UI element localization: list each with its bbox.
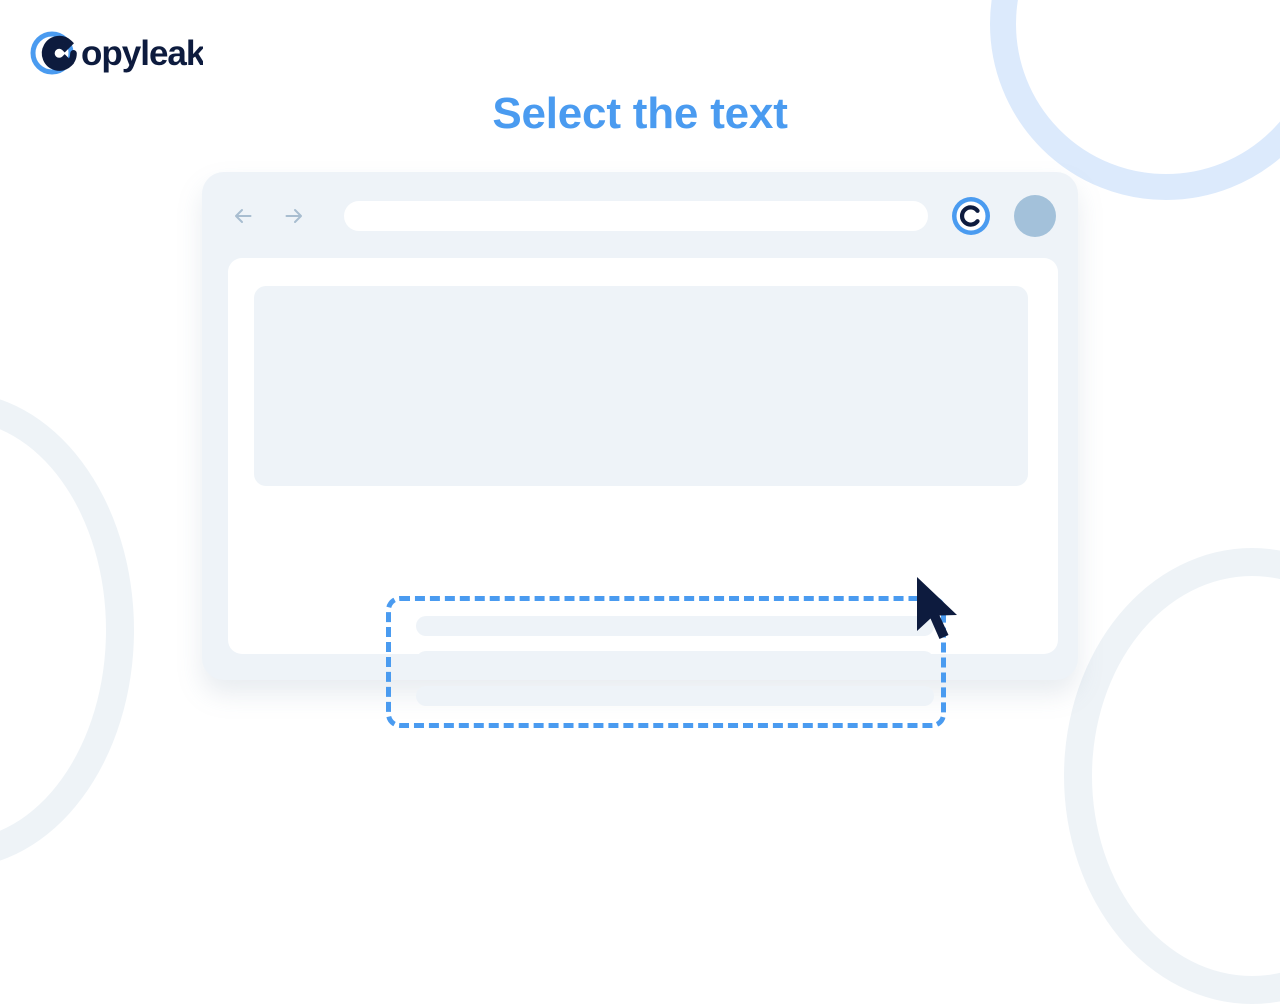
page-title: Select the text (492, 89, 788, 138)
text-line (416, 686, 934, 706)
text-line (416, 651, 934, 671)
ring-bottom-right-decoration (1064, 548, 1280, 1004)
address-bar-input[interactable] (344, 201, 928, 231)
browser-page-area (228, 258, 1058, 728)
text-line (416, 616, 934, 636)
content-placeholder-block (254, 286, 1028, 486)
arrow-right-icon (285, 209, 302, 223)
logo-wordmark: opyleaks (81, 34, 203, 73)
ring-bottom-left-decoration (0, 392, 134, 868)
browser-toolbar (202, 172, 1078, 260)
browser-window-mock (202, 172, 1078, 728)
back-button[interactable] (230, 201, 260, 231)
arrow-left-icon (235, 209, 252, 223)
copyleaks-extension-button[interactable] (950, 195, 992, 237)
copyleaks-logo: opyleaks (28, 28, 203, 76)
selected-text-lines (416, 616, 934, 706)
copyleaks-logo-svg: opyleaks (30, 31, 203, 75)
copyleaks-extension-icon (952, 197, 990, 235)
account-avatar[interactable] (1014, 195, 1056, 237)
forward-button[interactable] (280, 201, 310, 231)
